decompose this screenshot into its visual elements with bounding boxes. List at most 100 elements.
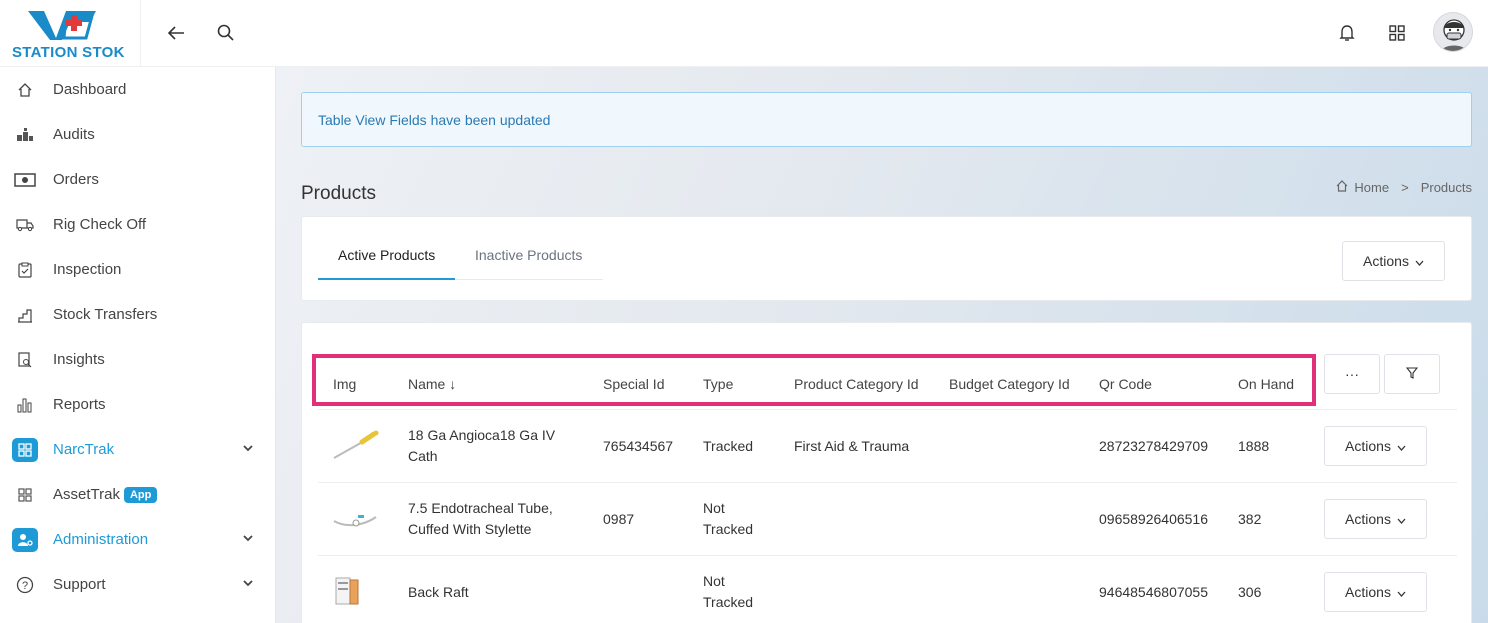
home-icon <box>12 78 38 102</box>
product-name-line: 18 Ga Angioca18 Ga IV <box>408 427 556 443</box>
bell-icon[interactable] <box>1334 20 1360 46</box>
avatar[interactable] <box>1433 12 1473 52</box>
clipboard-check-icon <box>12 258 38 282</box>
column-header-on-hand[interactable]: On Hand <box>1238 376 1294 392</box>
sidebar-item-narctrak[interactable]: NarcTrak <box>0 427 275 472</box>
sidebar-item-label: Reports <box>53 396 106 413</box>
breadcrumb: Home > Products <box>1336 180 1472 195</box>
grid-icon <box>12 483 38 507</box>
more-options-button[interactable]: ··· <box>1324 354 1380 394</box>
sidebar-item-reports[interactable]: Reports <box>0 382 275 427</box>
brand-logo[interactable]: STATION STOK <box>0 0 141 67</box>
page-title: Products <box>301 183 376 204</box>
filter-button[interactable] <box>1384 354 1440 394</box>
actions-label: Actions <box>1363 253 1409 269</box>
type-cell: Not Tracked <box>703 498 753 540</box>
sidebar-item-label: Inspection <box>53 261 122 278</box>
sidebar-item-label: Rig Check Off <box>53 216 147 233</box>
logo-graphic <box>28 11 96 40</box>
product-name: 7.5 Endotracheal Tube, Cuffed With Style… <box>408 498 553 540</box>
search-icon[interactable] <box>213 20 239 46</box>
alert-message: Table View Fields have been updated <box>301 92 1472 147</box>
breadcrumb-separator: > <box>1401 180 1409 195</box>
product-name-line: Cath <box>408 448 438 464</box>
chart-steps-icon <box>12 303 38 327</box>
tab-inactive-products[interactable]: Inactive Products <box>475 247 582 279</box>
tab-active-products[interactable]: Active Products <box>338 247 435 279</box>
sidebar-item-rig-check-off[interactable]: Rig Check Off <box>0 202 275 247</box>
column-header-type[interactable]: Type <box>703 376 733 392</box>
type-cell: Not Tracked <box>703 571 753 613</box>
sidebar-item-label: Orders <box>53 171 99 188</box>
back-arrow-icon[interactable] <box>163 20 189 46</box>
type-cell: Tracked <box>703 438 754 454</box>
product-category-cell: First Aid & Trauma <box>794 438 910 454</box>
sidebar-item-label: Stock Transfers <box>53 306 158 323</box>
actions-label: Actions <box>1345 511 1391 527</box>
sidebar-item-label: NarcTrak <box>53 441 115 458</box>
column-header-name[interactable]: Name ↓ <box>408 376 456 392</box>
actions-dropdown-button[interactable]: Actions <box>1342 241 1445 281</box>
row-actions-button[interactable]: Actions <box>1324 572 1427 612</box>
sidebar-item-assettrak[interactable]: AssetTrak App <box>0 472 275 517</box>
chevron-down-icon <box>1415 253 1424 269</box>
brand-name: STATION STOK <box>12 44 125 61</box>
product-thumbnail <box>332 430 380 467</box>
truck-icon <box>12 213 38 237</box>
sidebar-item-label: Audits <box>53 126 95 143</box>
products-table-card: Img Name ↓ Special Id Type Product Categ… <box>301 322 1472 623</box>
type-line: Not <box>703 500 725 516</box>
type-line: Tracked <box>703 521 754 537</box>
bar-chart-icon <box>12 393 38 417</box>
type-line: Not <box>703 573 725 589</box>
qr-code-cell: 94648546807055 <box>1099 584 1209 600</box>
chevron-down-icon <box>1397 511 1406 527</box>
table-row: Back Raft Not Tracked 94648546807055 306… <box>318 555 1457 623</box>
sidebar-item-inspection[interactable]: Inspection <box>0 247 275 292</box>
column-header-special-id[interactable]: Special Id <box>603 376 664 392</box>
actions-label: Actions <box>1345 584 1391 600</box>
product-thumbnail <box>334 576 362 613</box>
breadcrumb-home[interactable]: Home <box>1354 180 1389 195</box>
column-header-qr-code[interactable]: Qr Code <box>1099 376 1152 392</box>
column-header-img: Img <box>333 376 357 392</box>
sidebar-item-label: Insights <box>53 351 105 368</box>
tabs-card: Active Products Inactive Products Action… <box>301 216 1472 301</box>
chevron-down-icon[interactable] <box>243 576 253 590</box>
product-thumbnail <box>332 507 380 536</box>
sidebar-item-orders[interactable]: Orders <box>0 157 275 202</box>
apps-grid-icon[interactable] <box>1384 20 1410 46</box>
product-name: Back Raft <box>408 584 469 600</box>
tab-divider <box>455 279 603 280</box>
chevron-down-icon <box>1397 438 1406 454</box>
sidebar-item-label: Support <box>53 576 106 593</box>
special-id-cell: 0987 <box>603 511 635 527</box>
user-gear-icon <box>12 527 38 552</box>
table-row: 18 Ga Angioca18 Ga IV Cath 765434567 Tra… <box>318 409 1457 482</box>
row-actions-button[interactable]: Actions <box>1324 499 1427 539</box>
svg-text:?: ? <box>22 580 28 592</box>
chevron-down-icon[interactable] <box>243 531 253 545</box>
column-header-budget-category-id[interactable]: Budget Category Id <box>949 376 1070 392</box>
table-row: 7.5 Endotracheal Tube, Cuffed With Style… <box>318 482 1457 555</box>
column-header-product-category-id[interactable]: Product Category Id <box>794 376 919 392</box>
sidebar-item-insights[interactable]: Insights <box>0 337 275 382</box>
product-name: 18 Ga Angioca18 Ga IV Cath <box>408 425 555 467</box>
more-icon: ··· <box>1345 366 1359 382</box>
app-badge: App <box>123 486 158 503</box>
chevron-down-icon <box>1397 584 1406 600</box>
home-icon <box>1336 180 1348 195</box>
sidebar-item-stock-transfers[interactable]: Stock Transfers <box>0 292 275 337</box>
row-actions-button[interactable]: Actions <box>1324 426 1427 466</box>
type-line: Tracked <box>703 594 754 610</box>
chevron-down-icon[interactable] <box>243 441 253 455</box>
sidebar-item-audits[interactable]: Audits <box>0 112 275 157</box>
top-bar <box>141 0 1488 67</box>
sidebar-item-support[interactable]: ? Support <box>0 562 275 607</box>
main-content: Table View Fields have been updated Prod… <box>276 67 1488 623</box>
product-name-line: 7.5 Endotracheal Tube, <box>408 500 553 516</box>
sidebar-item-dashboard[interactable]: Dashboard <box>0 67 275 112</box>
sidebar-item-label: Dashboard <box>53 81 127 98</box>
sidebar-item-administration[interactable]: Administration <box>0 517 275 562</box>
actions-label: Actions <box>1345 438 1391 454</box>
